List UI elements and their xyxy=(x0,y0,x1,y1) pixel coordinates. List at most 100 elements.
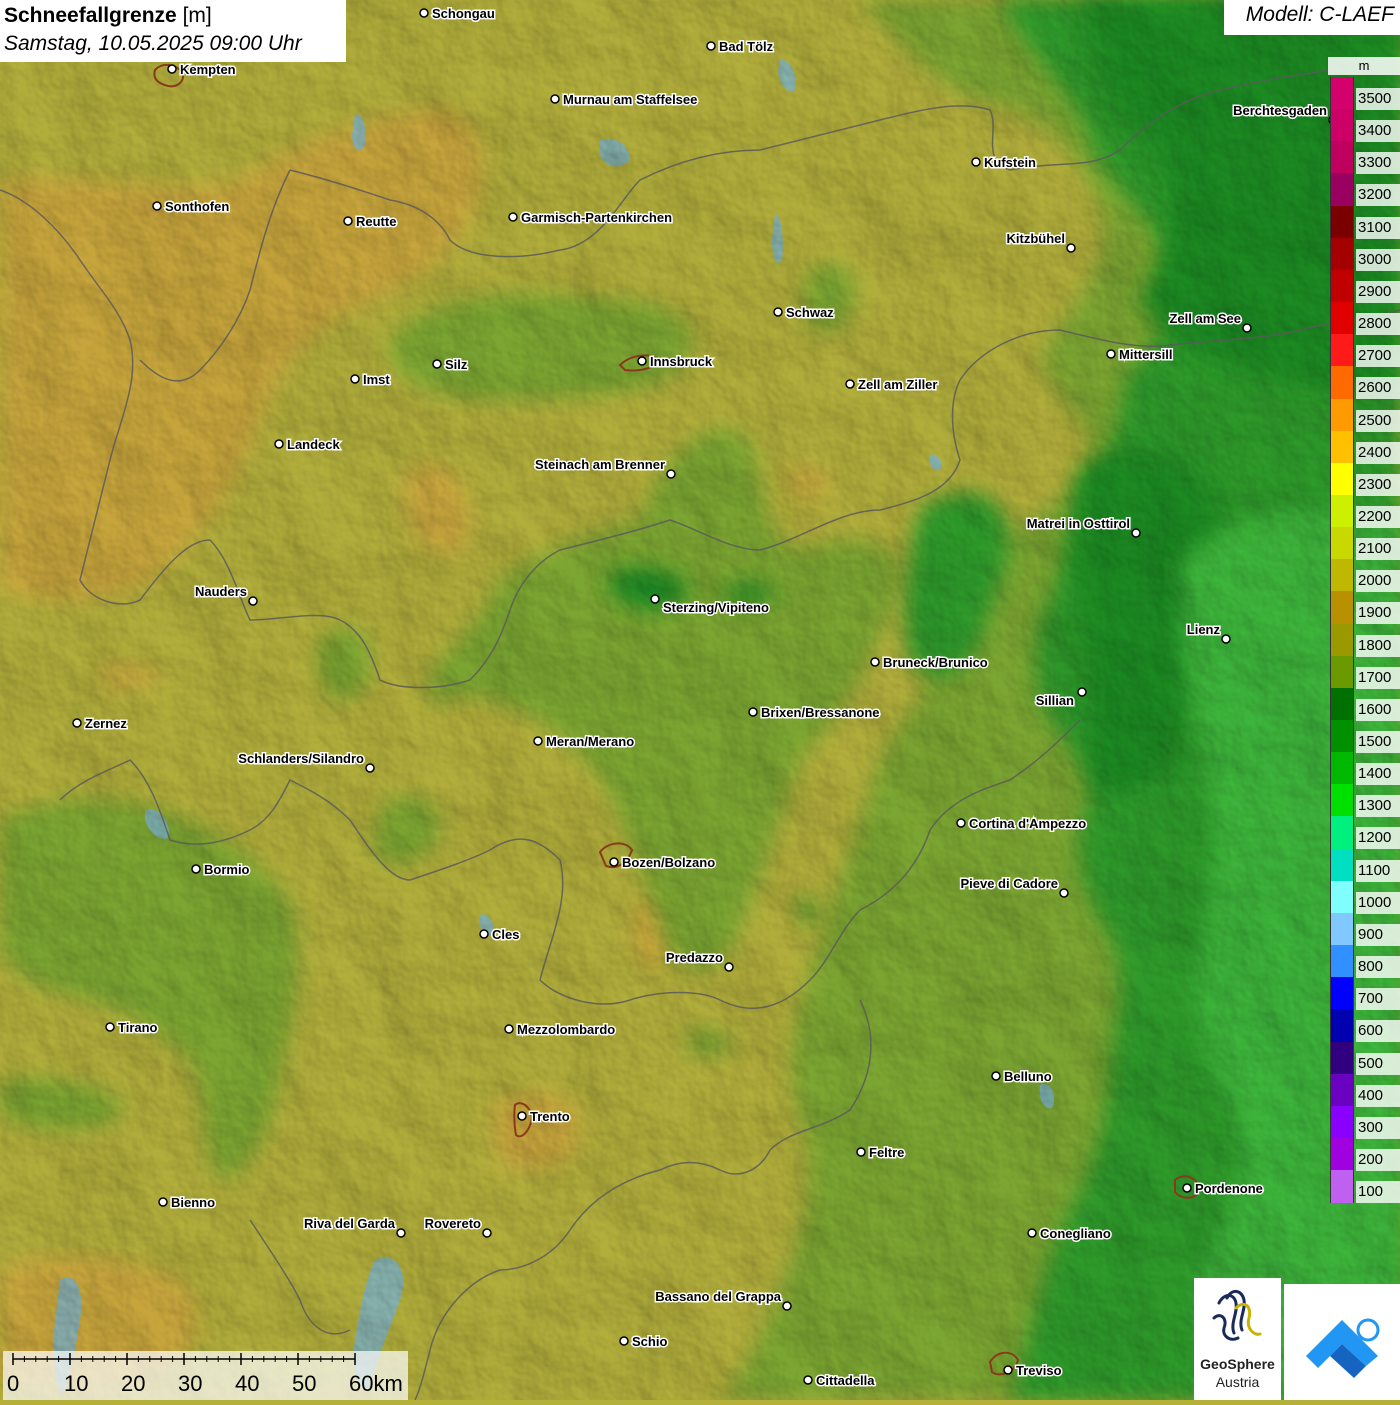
city-dot xyxy=(550,94,560,104)
city-label: Garmisch-Partenkirchen xyxy=(521,210,672,225)
city-dot xyxy=(419,8,429,18)
city-label: Pieve di Cadore xyxy=(960,876,1058,891)
legend-swatch xyxy=(1330,302,1354,335)
legend-label: 2000 xyxy=(1356,570,1400,593)
city-label: Kufstein xyxy=(984,155,1036,170)
city-dot xyxy=(1106,349,1116,359)
legend-swatch xyxy=(1330,784,1354,817)
city-dot xyxy=(105,1022,115,1032)
city-label: Innsbruck xyxy=(650,354,713,369)
city-marker: Conegliano xyxy=(1027,1225,1112,1243)
city-label: Bassano del Grappa xyxy=(655,1289,781,1304)
legend-label: 1400 xyxy=(1356,763,1400,786)
city-label: Cortina d'Ampezzo xyxy=(969,816,1086,831)
city-dot xyxy=(72,718,82,728)
legend-label: 1300 xyxy=(1356,795,1400,818)
legend-label: 1700 xyxy=(1356,666,1400,689)
legend-label: 3100 xyxy=(1356,216,1400,239)
app-logo xyxy=(1284,1284,1400,1400)
city-label: Treviso xyxy=(1016,1363,1062,1378)
model-label: Modell: C-LAEF xyxy=(1224,0,1400,35)
city-marker: Innsbruck xyxy=(637,353,714,371)
city-label: Meran/Merano xyxy=(546,734,634,749)
city-dot xyxy=(517,1111,527,1121)
city-label: Rovereto xyxy=(425,1216,481,1231)
city-dot xyxy=(482,1228,492,1238)
city-dot xyxy=(619,1336,629,1346)
legend-label: 3300 xyxy=(1356,152,1400,175)
city-dot xyxy=(956,818,966,828)
city-label: Schio xyxy=(632,1334,667,1349)
city-label: Trento xyxy=(530,1109,570,1124)
city-label: Bozen/Bolzano xyxy=(622,855,715,870)
legend-swatch xyxy=(1330,527,1354,560)
city-dot xyxy=(856,1147,866,1157)
scale-label: 40 xyxy=(235,1371,260,1396)
map-title-unit: [m] xyxy=(182,4,212,27)
legend-swatch xyxy=(1330,912,1354,946)
city-label: Riva del Garda xyxy=(304,1216,396,1231)
city-label: Cittadella xyxy=(816,1373,875,1388)
legend-label: 1500 xyxy=(1356,731,1400,753)
legend-swatch xyxy=(1330,1073,1354,1107)
city-label: Lienz xyxy=(1187,622,1221,637)
city-dot xyxy=(479,929,489,939)
legend-swatch xyxy=(1330,398,1354,432)
city-marker: Sonthofen xyxy=(152,198,231,216)
legend-label: 3200 xyxy=(1356,184,1400,207)
city-label: Schwaz xyxy=(786,305,834,320)
legend-label: 200 xyxy=(1356,1148,1400,1171)
city-dot xyxy=(971,157,981,167)
city-label: Pordenone xyxy=(1195,1181,1263,1196)
city-dot xyxy=(343,216,353,226)
city-marker: Pordenone xyxy=(1182,1180,1264,1198)
legend-swatch xyxy=(1330,430,1354,464)
city-marker: Meran/Merano xyxy=(533,733,636,751)
city-dot xyxy=(504,1024,514,1034)
city-dot xyxy=(1221,634,1231,644)
geosphere-logo: GeoSphere Austria xyxy=(1194,1278,1281,1400)
city-dot xyxy=(637,356,647,366)
legend-label: 2200 xyxy=(1356,505,1400,528)
legend-swatch xyxy=(1330,462,1354,496)
city-label: Zell am Ziller xyxy=(858,377,937,392)
legend-swatch xyxy=(1330,945,1354,978)
city-label: Bruneck/Brunico xyxy=(883,655,988,670)
city-dot xyxy=(1059,888,1069,898)
scale-label: 0 xyxy=(7,1371,20,1396)
city-dot xyxy=(1182,1183,1192,1193)
city-marker: Mezzolombardo xyxy=(504,1021,617,1039)
city-marker: Cortina d'Ampezzo xyxy=(956,815,1088,833)
city-label: Steinach am Brenner xyxy=(535,457,665,472)
legend-label: 2500 xyxy=(1356,409,1400,432)
city-label: Schlanders/Silandro xyxy=(238,751,364,766)
legend-swatch xyxy=(1330,880,1354,914)
legend-label: 2800 xyxy=(1356,313,1400,336)
legend-label: 2600 xyxy=(1356,377,1400,400)
city-label: Kitzbühel xyxy=(1007,231,1066,246)
city-label: Sterzing/Vipiteno xyxy=(663,600,769,615)
legend-label: 400 xyxy=(1356,1084,1400,1107)
legend-swatch xyxy=(1330,591,1354,625)
snowline-map[interactable]: Schongau Kempten Bad Tölz Murnau am Staffel… xyxy=(0,0,1400,1400)
app-logo-icon xyxy=(1306,1318,1380,1378)
city-dot xyxy=(706,41,716,51)
city-label: Zernez xyxy=(85,716,127,731)
scale-bar-ticks xyxy=(12,1353,356,1365)
city-marker: Murnau am Staffelsee xyxy=(550,91,699,109)
scale-label: 50 xyxy=(292,1371,317,1396)
city-dot xyxy=(773,307,783,317)
city-dot xyxy=(1131,528,1141,538)
city-label: Sillian xyxy=(1036,693,1074,708)
legend-swatch xyxy=(1330,366,1354,399)
city-label: Tirano xyxy=(118,1020,158,1035)
legend-swatch xyxy=(1330,623,1354,657)
legend-swatch xyxy=(1330,494,1354,528)
legend-swatch xyxy=(1330,559,1354,592)
city-label: Schongau xyxy=(432,6,495,21)
city-dot xyxy=(167,64,177,74)
legend-label: 2100 xyxy=(1356,538,1400,561)
city-label: Mezzolombardo xyxy=(517,1022,615,1037)
legend-swatch xyxy=(1330,77,1354,110)
city-dot xyxy=(248,596,258,606)
